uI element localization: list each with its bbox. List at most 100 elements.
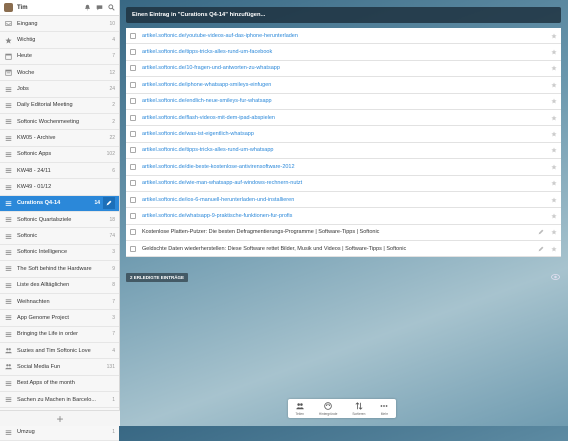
task-link[interactable]: artikel.softonic.de/tipps-tricks-alles-r…: [142, 147, 550, 153]
sidebar-item[interactable]: KW05 - Archive 22: [0, 130, 119, 147]
task-checkbox[interactable]: [130, 229, 136, 236]
sidebar-item[interactable]: Suzies and Tim Softonic Love 4: [0, 342, 119, 360]
sidebar-item[interactable]: Social Media Fun 131: [0, 359, 119, 376]
task-row[interactable]: Kostenlose Platten-Putzer: Die besten De…: [126, 224, 561, 242]
task-checkbox[interactable]: [130, 245, 136, 252]
task-checkbox[interactable]: [130, 147, 136, 154]
add-list-button[interactable]: +: [56, 413, 63, 425]
sidebar-item[interactable]: Wichtig 4: [0, 32, 119, 49]
task-checkbox[interactable]: [130, 131, 136, 138]
toolbar-button-label: Sortieren: [352, 412, 366, 416]
task-link[interactable]: artikel.softonic.de/flash-videos-mit-dem…: [142, 115, 550, 121]
toolbar-button-mehr[interactable]: Mehr: [380, 401, 388, 416]
star-icon[interactable]: [550, 229, 557, 236]
sidebar-item[interactable]: Curations Q4-14 14: [0, 195, 119, 213]
task-checkbox[interactable]: [130, 81, 136, 88]
task-row[interactable]: artikel.softonic.de/whatsapp-9-praktisch…: [126, 208, 561, 225]
task-link[interactable]: artikel.softonic.de/wie-man-whatsapp-auf…: [142, 180, 550, 186]
chat-icon[interactable]: [95, 4, 103, 12]
task-row[interactable]: artikel.softonic.de/10-fragen-und-antwor…: [126, 60, 561, 78]
task-link[interactable]: artikel.softonic.de/was-ist-eigentlich-w…: [142, 131, 550, 137]
star-icon[interactable]: [550, 49, 557, 56]
calendar-icon: [4, 52, 12, 60]
task-link[interactable]: artikel.softonic.de/tipps-tricks-alles-r…: [142, 49, 550, 55]
toolbar-button-hintergründe[interactable]: Hintergründe: [319, 401, 337, 416]
pencil-icon[interactable]: [538, 246, 544, 252]
task-link[interactable]: artikel.softonic.de/iphone-whatsapp-smil…: [142, 82, 550, 88]
task-row[interactable]: artikel.softonic.de/wie-man-whatsapp-auf…: [126, 175, 561, 192]
task-row[interactable]: Geldschte Daten wiederherstellen: Diese …: [126, 241, 561, 258]
sidebar-item[interactable]: Softonic Wochenmeeting 2: [0, 114, 119, 131]
add-task-input[interactable]: Einen Eintrag in "Curations Q4-14" hinzu…: [126, 7, 561, 23]
sidebar-item[interactable]: App Genome Project 3: [0, 310, 119, 327]
star-icon[interactable]: [550, 212, 557, 219]
task-link[interactable]: artikel.softonic.de/endlich-neue-smileys…: [142, 98, 550, 104]
sidebar-item[interactable]: The Soft behind the Hardware 9: [0, 261, 119, 278]
task-link[interactable]: artikel.softonic.de/ios-6-manuell-herunt…: [142, 197, 550, 203]
task-link[interactable]: artikel.softonic.de/youtube-videos-auf-d…: [142, 33, 550, 39]
task-link[interactable]: artikel.softonic.de/die-beste-kostenlose…: [142, 164, 550, 170]
sidebar-item[interactable]: Weihnachten 7: [0, 293, 119, 311]
star-icon: [4, 36, 12, 44]
completed-tasks-button[interactable]: 2 ERLEDIGTE EINTRÄGE: [126, 273, 189, 282]
sidebar-item[interactable]: Daily Editorial Meeting 2: [0, 97, 119, 115]
sidebar-item[interactable]: Best Apps of the month: [0, 375, 119, 392]
star-icon[interactable]: [550, 81, 557, 88]
sidebar-item[interactable]: Jobs 24: [0, 81, 119, 98]
star-icon[interactable]: [550, 65, 557, 72]
user-name[interactable]: Tim: [17, 5, 79, 11]
sidebar-item[interactable]: Softonic 74: [0, 228, 119, 245]
star-icon[interactable]: [550, 32, 557, 39]
search-icon[interactable]: [107, 4, 115, 12]
task-checkbox[interactable]: [130, 180, 136, 187]
task-row[interactable]: artikel.softonic.de/die-beste-kostenlose…: [126, 159, 561, 176]
task-row[interactable]: artikel.softonic.de/flash-videos-mit-dem…: [126, 109, 561, 127]
sidebar-item[interactable]: Sachen zu Machen in Barcelo... 1: [0, 391, 119, 409]
bell-icon[interactable]: [83, 4, 91, 12]
sidebar-item[interactable]: Umzug 1: [0, 424, 119, 441]
sidebar-item[interactable]: KW49 - 01/12: [0, 179, 119, 196]
sidebar-item[interactable]: KW48 - 24/11 6: [0, 163, 119, 180]
sidebar-item[interactable]: Softonic Intelligence 3: [0, 244, 119, 262]
star-icon[interactable]: [550, 131, 557, 138]
sidebar-item[interactable]: Softonic Quartalsziele 18: [0, 212, 119, 229]
task-checkbox[interactable]: [130, 163, 136, 170]
task-row[interactable]: artikel.softonic.de/ios-6-manuell-herunt…: [126, 191, 561, 209]
task-link[interactable]: artikel.softonic.de/whatsapp-9-praktisch…: [142, 213, 550, 219]
task-checkbox[interactable]: [130, 212, 136, 219]
sidebar-item-label: Heute: [17, 53, 32, 60]
star-icon[interactable]: [550, 180, 557, 187]
sidebar-item-label: Softonic Wochenmeeting: [17, 118, 80, 125]
sidebar-item[interactable]: Eingang 10: [0, 16, 119, 33]
edit-list-icon[interactable]: [103, 197, 115, 210]
avatar[interactable]: [4, 3, 13, 12]
eye-icon[interactable]: [551, 273, 560, 281]
sidebar-item[interactable]: Woche 12: [0, 65, 119, 82]
task-checkbox[interactable]: [130, 98, 136, 105]
sidebar-item[interactable]: Bringing the Life in order 7: [0, 326, 119, 343]
sidebar-item[interactable]: Softonic Apps 102: [0, 146, 119, 164]
pencil-icon[interactable]: [538, 229, 544, 235]
task-checkbox[interactable]: [130, 65, 136, 72]
task-row[interactable]: artikel.softonic.de/youtube-videos-auf-d…: [126, 28, 561, 45]
sidebar-item[interactable]: Liste des Alltäglichen 8: [0, 277, 119, 294]
star-icon[interactable]: [550, 147, 557, 154]
task-checkbox[interactable]: [130, 49, 136, 56]
task-link[interactable]: artikel.softonic.de/10-fragen-und-antwor…: [142, 65, 550, 71]
star-icon[interactable]: [550, 114, 557, 121]
task-row[interactable]: artikel.softonic.de/was-ist-eigentlich-w…: [126, 126, 561, 143]
star-icon[interactable]: [550, 196, 557, 203]
task-row[interactable]: artikel.softonic.de/tipps-tricks-alles-r…: [126, 142, 561, 160]
star-icon[interactable]: [550, 163, 557, 170]
toolbar-button-sortieren[interactable]: Sortieren: [352, 401, 365, 416]
task-checkbox[interactable]: [130, 196, 136, 203]
task-row[interactable]: artikel.softonic.de/endlich-neue-smileys…: [126, 93, 561, 110]
task-checkbox[interactable]: [130, 114, 136, 121]
task-row[interactable]: artikel.softonic.de/iphone-whatsapp-smil…: [126, 77, 561, 94]
sidebar-item[interactable]: Heute 7: [0, 48, 119, 66]
star-icon[interactable]: [550, 245, 557, 252]
task-row[interactable]: artikel.softonic.de/tipps-tricks-alles-r…: [126, 44, 561, 61]
star-icon[interactable]: [550, 98, 557, 105]
task-checkbox[interactable]: [130, 32, 136, 39]
toolbar-button-teilen[interactable]: Teilen: [296, 401, 304, 416]
